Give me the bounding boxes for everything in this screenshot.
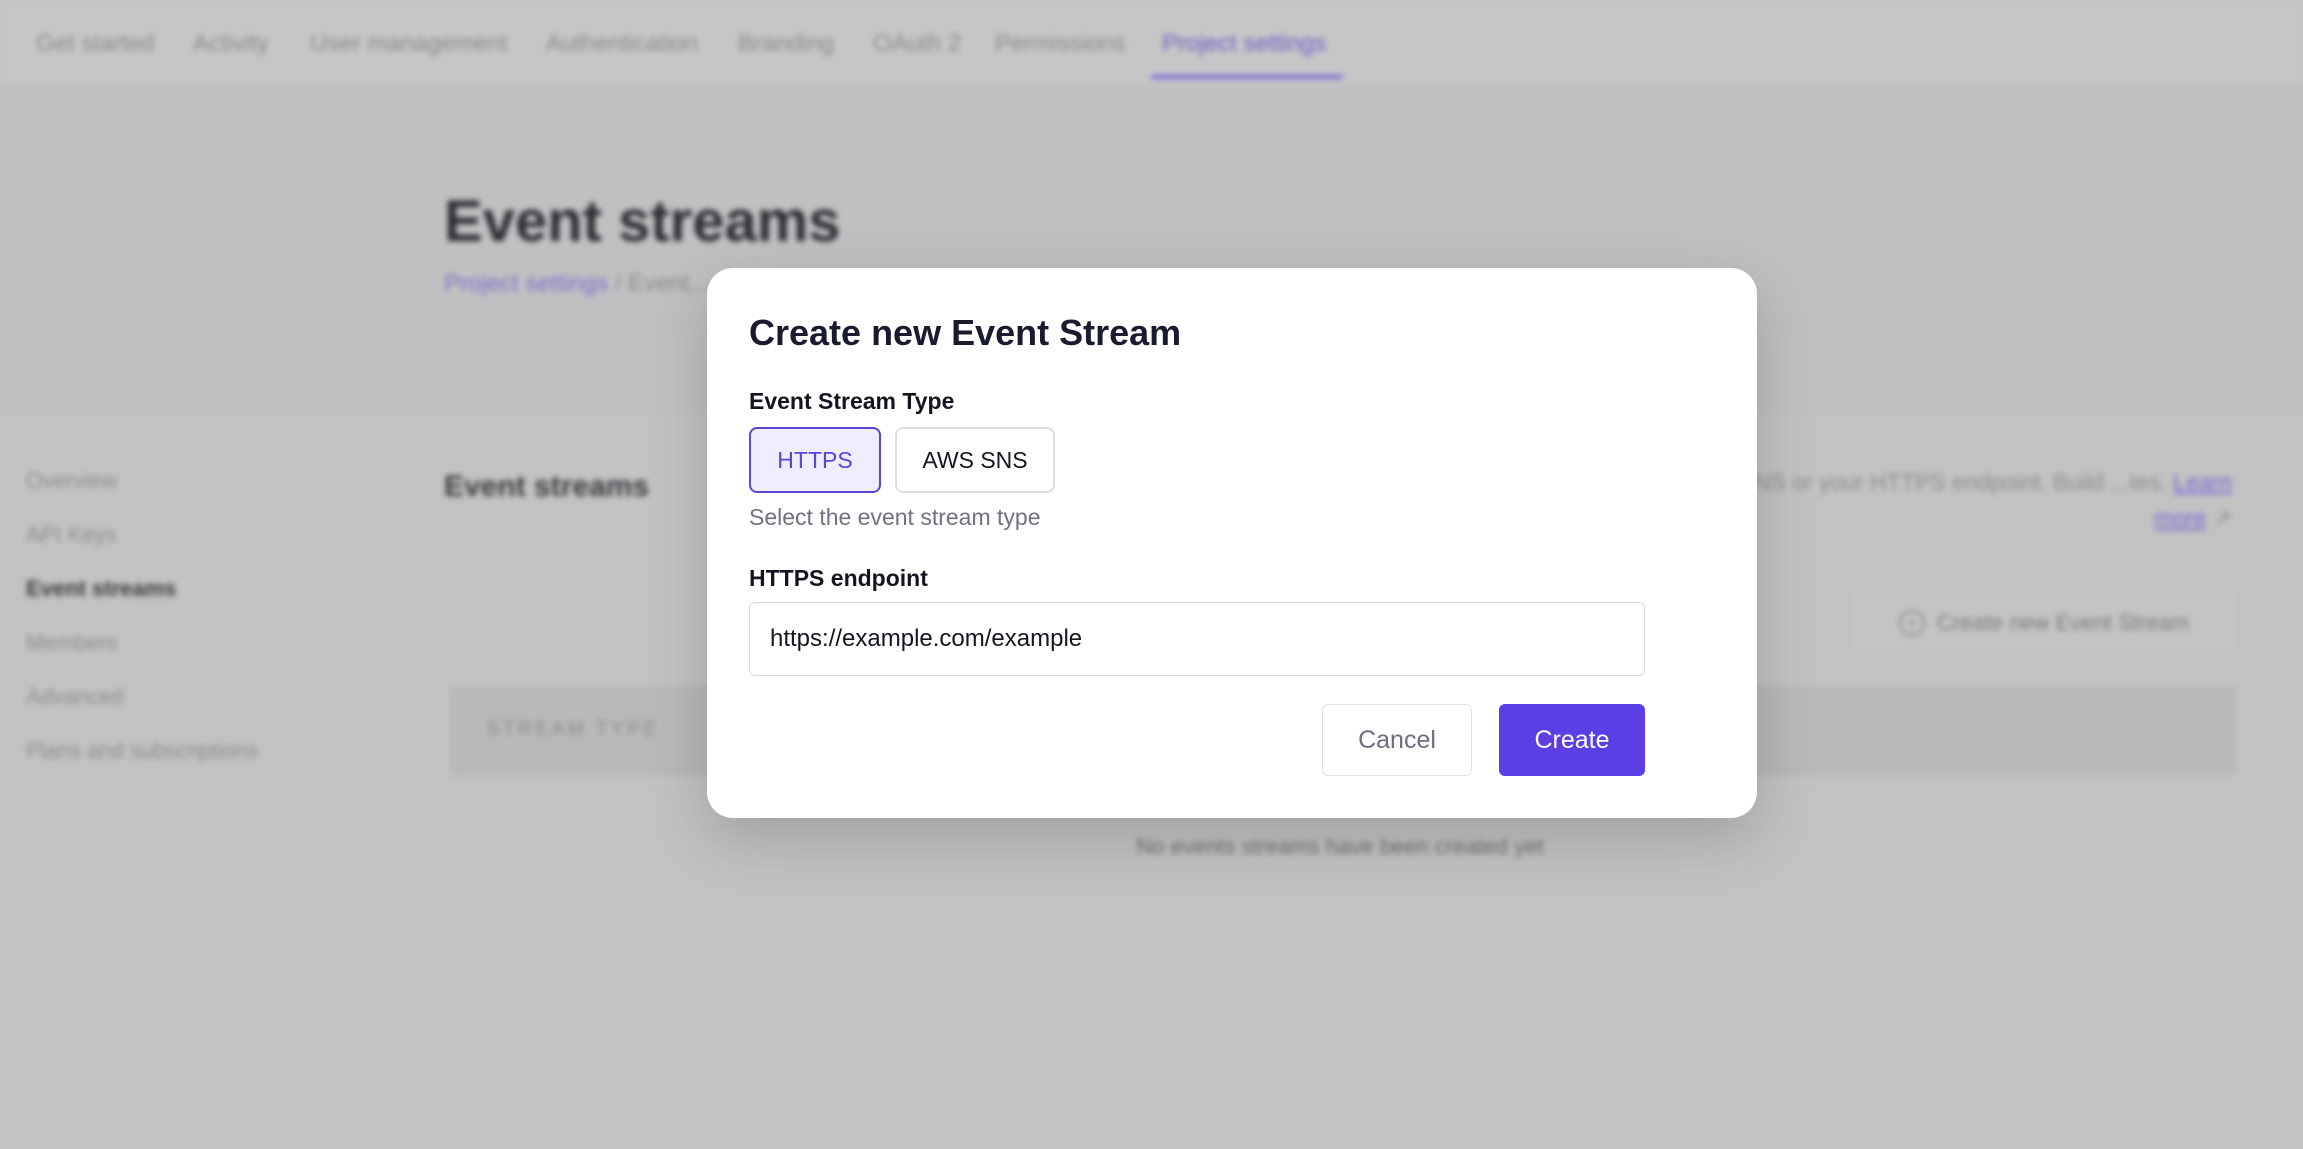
https-endpoint-input[interactable] <box>749 602 1645 676</box>
nav-tab-get-started[interactable]: Get started <box>36 30 155 58</box>
page-title: Event streams <box>444 189 841 254</box>
event-stream-type-helper: Select the event stream type <box>749 504 1041 530</box>
create-event-stream-label: Create new Event Stream <box>1937 610 2189 635</box>
plus-circle-icon: + <box>1899 610 1926 636</box>
section-description-text: ...SNS or your HTTPS endpoint. Build ...… <box>1719 469 2167 495</box>
event-stream-type-label: Event Stream Type <box>749 388 955 414</box>
external-link-icon: ↗ <box>2212 505 2232 531</box>
breadcrumb: Project settings / Event... <box>444 270 709 298</box>
sidebar-item-overview[interactable]: Overview <box>26 468 118 494</box>
nav-tab-activity[interactable]: Activity <box>193 30 269 58</box>
create-event-stream-button[interactable]: + Create new Event Stream <box>1848 590 2240 656</box>
nav-tab-project-settings[interactable]: Project settings <box>1162 30 1326 58</box>
sidebar-item-plans-subscriptions[interactable]: Plans and subscriptions <box>26 738 258 764</box>
create-event-stream-dialog: Create new Event Stream Event Stream Typ… <box>707 268 1757 818</box>
nav-tab-permissions[interactable]: Permissions <box>995 30 1126 58</box>
type-option-aws-sns[interactable]: AWS SNS <box>895 427 1055 493</box>
sidebar-item-event-streams[interactable]: Event streams <box>26 576 176 602</box>
sidebar-item-members[interactable]: Members <box>26 630 118 656</box>
empty-state-text: No events streams have been created yet <box>1136 834 1544 859</box>
active-tab-indicator <box>1151 75 1343 79</box>
https-endpoint-label: HTTPS endpoint <box>749 565 928 591</box>
type-option-https[interactable]: HTTPS <box>749 427 881 493</box>
dialog-title: Create new Event Stream <box>749 312 1182 353</box>
sidebar-item-api-keys[interactable]: API Keys <box>26 522 116 548</box>
section-heading: Event streams <box>444 470 650 503</box>
nav-tab-branding[interactable]: Branding <box>738 30 834 58</box>
column-header-stream-type: STREAM TYPE <box>486 718 660 740</box>
create-button[interactable]: Create <box>1499 704 1645 776</box>
breadcrumb-current: Event... <box>628 270 710 297</box>
sidebar-item-advanced[interactable]: Advanced <box>26 684 124 710</box>
breadcrumb-separator: / <box>614 270 622 297</box>
nav-tab-oauth2[interactable]: OAuth 2 <box>873 30 961 58</box>
nav-tab-authentication[interactable]: Authentication <box>546 30 698 58</box>
top-navigation: Get started Activity User management Aut… <box>0 0 2303 84</box>
section-description: ...SNS or your HTTPS endpoint. Build ...… <box>1712 464 2232 536</box>
nav-tab-user-management[interactable]: User management <box>310 30 507 58</box>
breadcrumb-link-project-settings[interactable]: Project settings <box>444 270 608 297</box>
cancel-button[interactable]: Cancel <box>1322 704 1472 776</box>
